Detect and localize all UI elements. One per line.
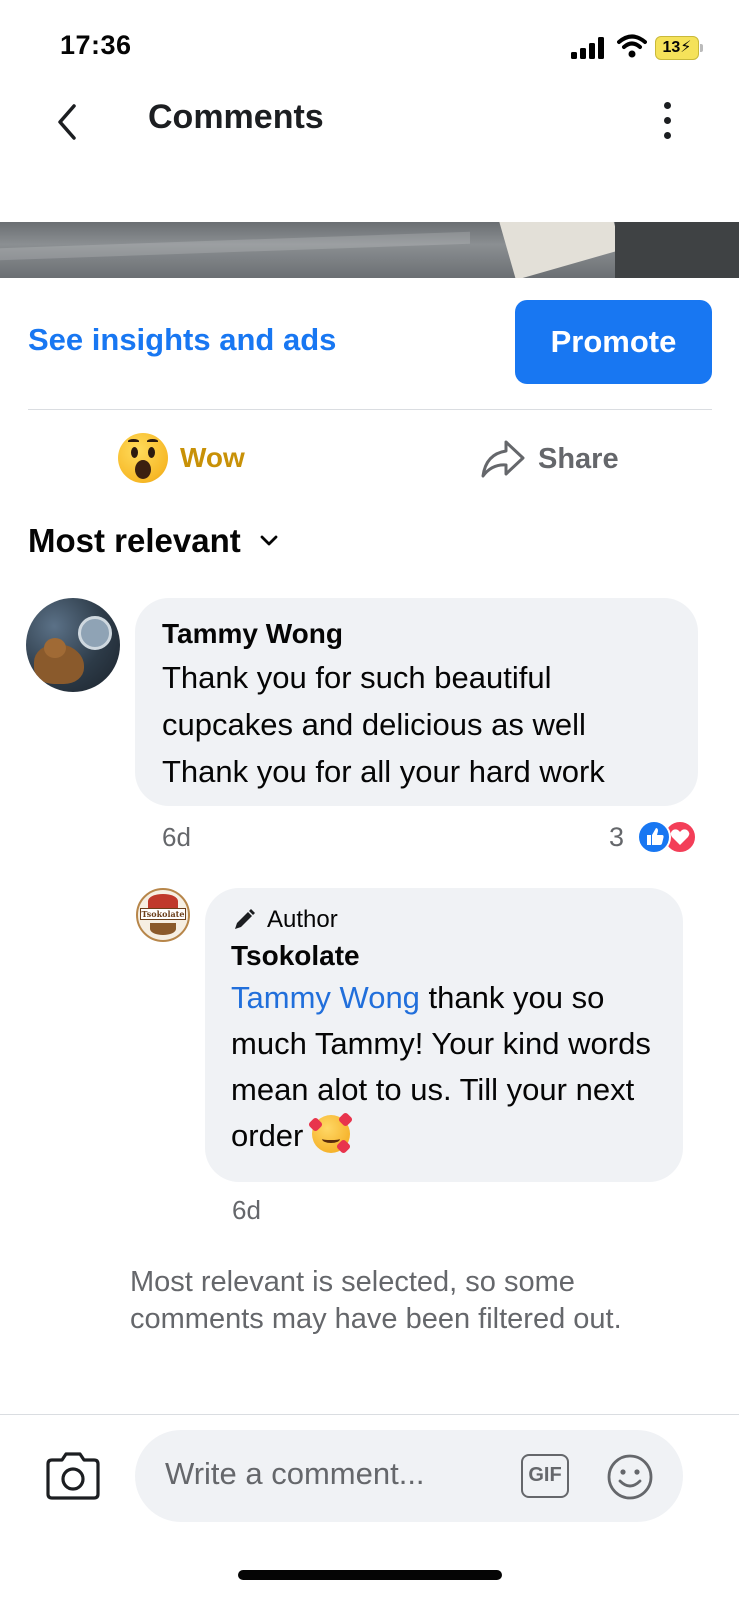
author-badge: Author xyxy=(231,906,657,934)
smiling-face-with-hearts-icon xyxy=(307,1111,354,1155)
status-time: 17:36 xyxy=(60,30,132,60)
battery-icon: 13⚡ xyxy=(655,36,699,60)
wow-label: Wow xyxy=(180,442,245,473)
header: Comments xyxy=(0,90,739,180)
wow-reaction-button[interactable]: Wow xyxy=(118,432,245,484)
back-chevron-icon[interactable] xyxy=(52,102,82,142)
home-indicator[interactable] xyxy=(238,1570,502,1580)
comment-input[interactable]: Write a comment... GIF xyxy=(135,1430,683,1522)
chevron-down-icon xyxy=(260,535,278,546)
share-label: Share xyxy=(538,442,619,475)
composer-divider xyxy=(0,1414,739,1415)
gif-icon[interactable]: GIF xyxy=(521,1454,569,1498)
page-avatar[interactable]: Tsokolate xyxy=(136,888,190,942)
page-title: Comments xyxy=(148,98,324,136)
mention-link[interactable]: Tammy Wong xyxy=(231,980,420,1015)
comment-text: Thank you for such beautiful cupcakes an… xyxy=(162,660,605,789)
emoji-picker-icon[interactable] xyxy=(605,1452,655,1502)
more-options-icon[interactable] xyxy=(657,100,677,142)
camera-icon[interactable] xyxy=(44,1450,102,1502)
battery-level: 13 xyxy=(662,39,681,56)
wifi-icon xyxy=(617,34,647,58)
wow-emoji-icon xyxy=(118,433,168,483)
sort-dropdown[interactable]: Most relevant xyxy=(28,522,279,560)
comment-bubble[interactable]: Tammy Wong Thank you for such beautiful … xyxy=(135,598,698,806)
share-button[interactable]: Share xyxy=(480,433,619,485)
avatar-logo-text: Tsokolate xyxy=(140,908,186,920)
promote-button[interactable]: Promote xyxy=(515,300,712,384)
avatar[interactable] xyxy=(26,598,120,692)
comment-timestamp: 6d xyxy=(162,822,191,852)
reaction-count[interactable]: 3 xyxy=(609,822,624,853)
comment-author[interactable]: Tammy Wong xyxy=(162,618,671,650)
post-image[interactable] xyxy=(0,222,739,278)
divider xyxy=(28,409,712,410)
pencil-icon xyxy=(235,909,255,929)
reply-bubble[interactable]: Author Tsokolate Tammy Wong thank you so… xyxy=(205,888,683,1182)
like-reaction-icon xyxy=(637,820,671,854)
cellular-signal-icon xyxy=(571,37,607,59)
share-icon xyxy=(481,440,525,478)
reply-timestamp: 6d xyxy=(232,1195,261,1225)
filter-note: Most relevant is selected, so some comme… xyxy=(130,1266,622,1335)
status-bar: 17:36 13⚡ xyxy=(0,0,739,90)
charging-icon: ⚡ xyxy=(680,39,692,56)
see-insights-link[interactable]: See insights and ads xyxy=(28,322,336,358)
reply-text: Tammy Wong thank you so much Tammy! Your… xyxy=(231,975,657,1159)
comment-placeholder: Write a comment... xyxy=(165,1456,425,1491)
battery-nub xyxy=(700,44,703,52)
sort-label: Most relevant xyxy=(28,522,241,559)
reply-author[interactable]: Tsokolate xyxy=(231,940,657,972)
author-badge-label: Author xyxy=(267,906,338,933)
